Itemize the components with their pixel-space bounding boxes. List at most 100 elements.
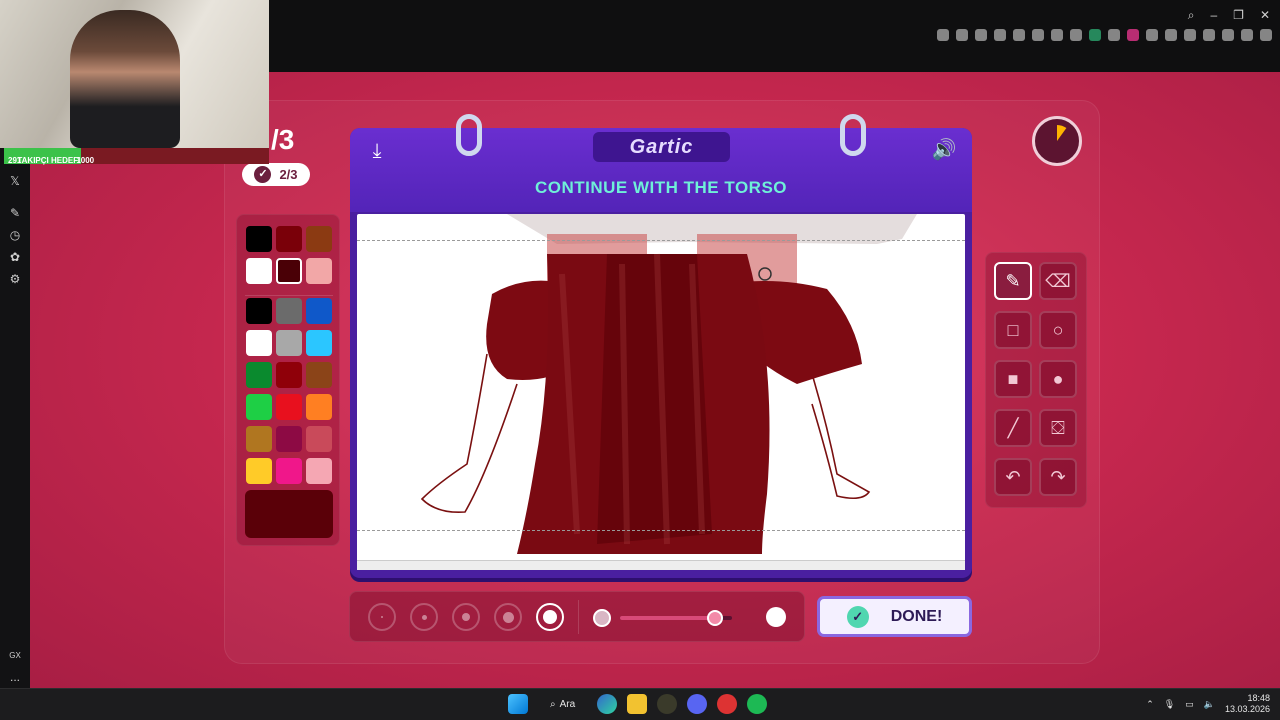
download-icon[interactable]: ⤓ [364, 138, 390, 164]
extension-icon[interactable] [937, 29, 949, 41]
color-swatch[interactable] [306, 362, 332, 388]
square-outline-tool-button[interactable]: □ [994, 311, 1032, 349]
start-icon[interactable] [508, 694, 528, 714]
drawing-card: ⤓ Gartic 🔊 CONTINUE WITH THE TORSO [350, 114, 972, 578]
speaker-icon[interactable]: 🔈 [1204, 699, 1215, 710]
color-swatch[interactable] [276, 298, 302, 324]
extension-icon[interactable] [1051, 29, 1063, 41]
discord-icon[interactable] [687, 694, 708, 714]
extension-icon[interactable] [1146, 29, 1158, 41]
taskbar-search[interactable]: ⌕ Ara [538, 699, 587, 710]
extension-icon[interactable] [1165, 29, 1177, 41]
clock-icon[interactable]: ◷ [6, 226, 24, 244]
color-swatch[interactable] [306, 458, 332, 484]
extension-icon[interactable] [1089, 29, 1101, 41]
close-icon[interactable]: ✕ [1260, 8, 1270, 23]
color-swatch[interactable] [276, 226, 302, 252]
extension-icon[interactable] [1260, 29, 1272, 41]
search-icon[interactable]: ⌕ [1188, 8, 1195, 23]
extension-icon[interactable] [1032, 29, 1044, 41]
extension-icon[interactable] [1127, 29, 1139, 41]
circle-outline-tool-button[interactable]: ○ [1039, 311, 1077, 349]
color-swatch[interactable] [306, 258, 332, 284]
extension-icon[interactable] [1013, 29, 1025, 41]
network-icon[interactable]: ▭ [1185, 699, 1194, 710]
color-swatch[interactable] [276, 394, 302, 420]
wrench-icon[interactable]: ✎ [6, 204, 24, 222]
color-swatch[interactable] [276, 458, 302, 484]
extension-icon[interactable] [1070, 29, 1082, 41]
search-icon: ⌕ [550, 698, 556, 710]
color-swatch[interactable] [306, 330, 332, 356]
brush-size-dot [543, 610, 557, 624]
spotify-icon[interactable] [747, 694, 768, 714]
microphone-icon[interactable]: 🎙 [1164, 699, 1175, 710]
x-icon[interactable]: 𝕏 [6, 172, 24, 190]
drawing-canvas[interactable] [357, 214, 965, 566]
color-swatch[interactable] [276, 426, 302, 452]
fill-bucket-tool-button[interactable]: ⛋ [1039, 409, 1077, 447]
line-tool-button[interactable]: ╱ [994, 409, 1032, 447]
color-swatch[interactable] [246, 258, 272, 284]
minimize-icon[interactable]: – [1210, 8, 1217, 23]
restore-icon[interactable]: ❐ [1233, 8, 1244, 23]
color-swatch[interactable] [246, 394, 272, 420]
color-swatch[interactable] [276, 258, 302, 284]
square-filled-tool-button[interactable]: ■ [994, 360, 1032, 398]
brush-size-button[interactable] [452, 603, 480, 631]
round-counter: /3 [271, 124, 295, 155]
extension-icon[interactable] [994, 29, 1006, 41]
brush-size-dot [381, 616, 383, 618]
circle-filled-tool-button[interactable]: ● [1039, 360, 1077, 398]
color-swatch[interactable] [306, 298, 332, 324]
undo-tool-button[interactable]: ↶ [994, 458, 1032, 496]
color-swatch[interactable] [246, 362, 272, 388]
extension-icon[interactable] [1222, 29, 1234, 41]
opacity-slider[interactable] [620, 610, 732, 626]
brush-size-button[interactable] [494, 603, 522, 631]
color-swatch[interactable] [306, 226, 332, 252]
file-explorer-icon[interactable] [627, 694, 648, 714]
app-icon[interactable] [657, 694, 678, 714]
system-tray: ⌃ 🎙 ▭ 🔈 18:48 13.03.2026 [1146, 693, 1270, 715]
extension-icon[interactable] [975, 29, 987, 41]
extension-icon[interactable] [1184, 29, 1196, 41]
clock[interactable]: 18:48 13.03.2026 [1225, 693, 1270, 715]
webcam-overlay [0, 0, 269, 148]
more-icon[interactable]: ... [6, 668, 24, 686]
color-swatch[interactable] [246, 226, 272, 252]
gear-icon[interactable]: ⚙ [6, 270, 24, 288]
pet-icon[interactable]: ✿ [6, 248, 24, 266]
color-swatch[interactable] [246, 426, 272, 452]
color-swatch[interactable] [246, 458, 272, 484]
extension-icon[interactable] [1241, 29, 1253, 41]
brush-size-button[interactable] [536, 603, 564, 631]
color-swatch[interactable] [246, 330, 272, 356]
chevron-up-icon[interactable]: ⌃ [1146, 699, 1154, 710]
extension-icon[interactable] [1203, 29, 1215, 41]
edge-icon[interactable] [597, 694, 618, 714]
eraser-tool-button[interactable]: ⌫ [1039, 262, 1077, 300]
brush-size-button[interactable] [410, 603, 438, 631]
check-icon: ✓ [254, 166, 272, 183]
extension-icon[interactable] [956, 29, 968, 41]
brush-size-button[interactable] [368, 603, 396, 631]
opacity-slider-thumb[interactable] [707, 610, 724, 626]
color-swatch[interactable] [276, 330, 302, 356]
opera-gx-icon[interactable] [717, 694, 738, 714]
gx-label[interactable]: GX [6, 647, 24, 665]
pencil-tool-button[interactable]: ✎ [994, 262, 1032, 300]
volume-icon[interactable]: 🔊 [930, 136, 958, 164]
follow-goal-target: 1000 [76, 155, 95, 165]
binder-ring [840, 114, 866, 156]
card-header: ⤓ Gartic 🔊 CONTINUE WITH THE TORSO [350, 128, 972, 212]
gartic-logo: Gartic [593, 132, 730, 162]
color-swatch[interactable] [306, 426, 332, 452]
redo-tool-button[interactable]: ↷ [1039, 458, 1077, 496]
color-swatch[interactable] [306, 394, 332, 420]
done-button[interactable]: ✓ DONE! [817, 596, 972, 637]
window-controls: ⌕ – ❐ ✕ [1188, 8, 1270, 23]
color-swatch[interactable] [246, 298, 272, 324]
extension-icon[interactable] [1108, 29, 1120, 41]
color-swatch[interactable] [276, 362, 302, 388]
